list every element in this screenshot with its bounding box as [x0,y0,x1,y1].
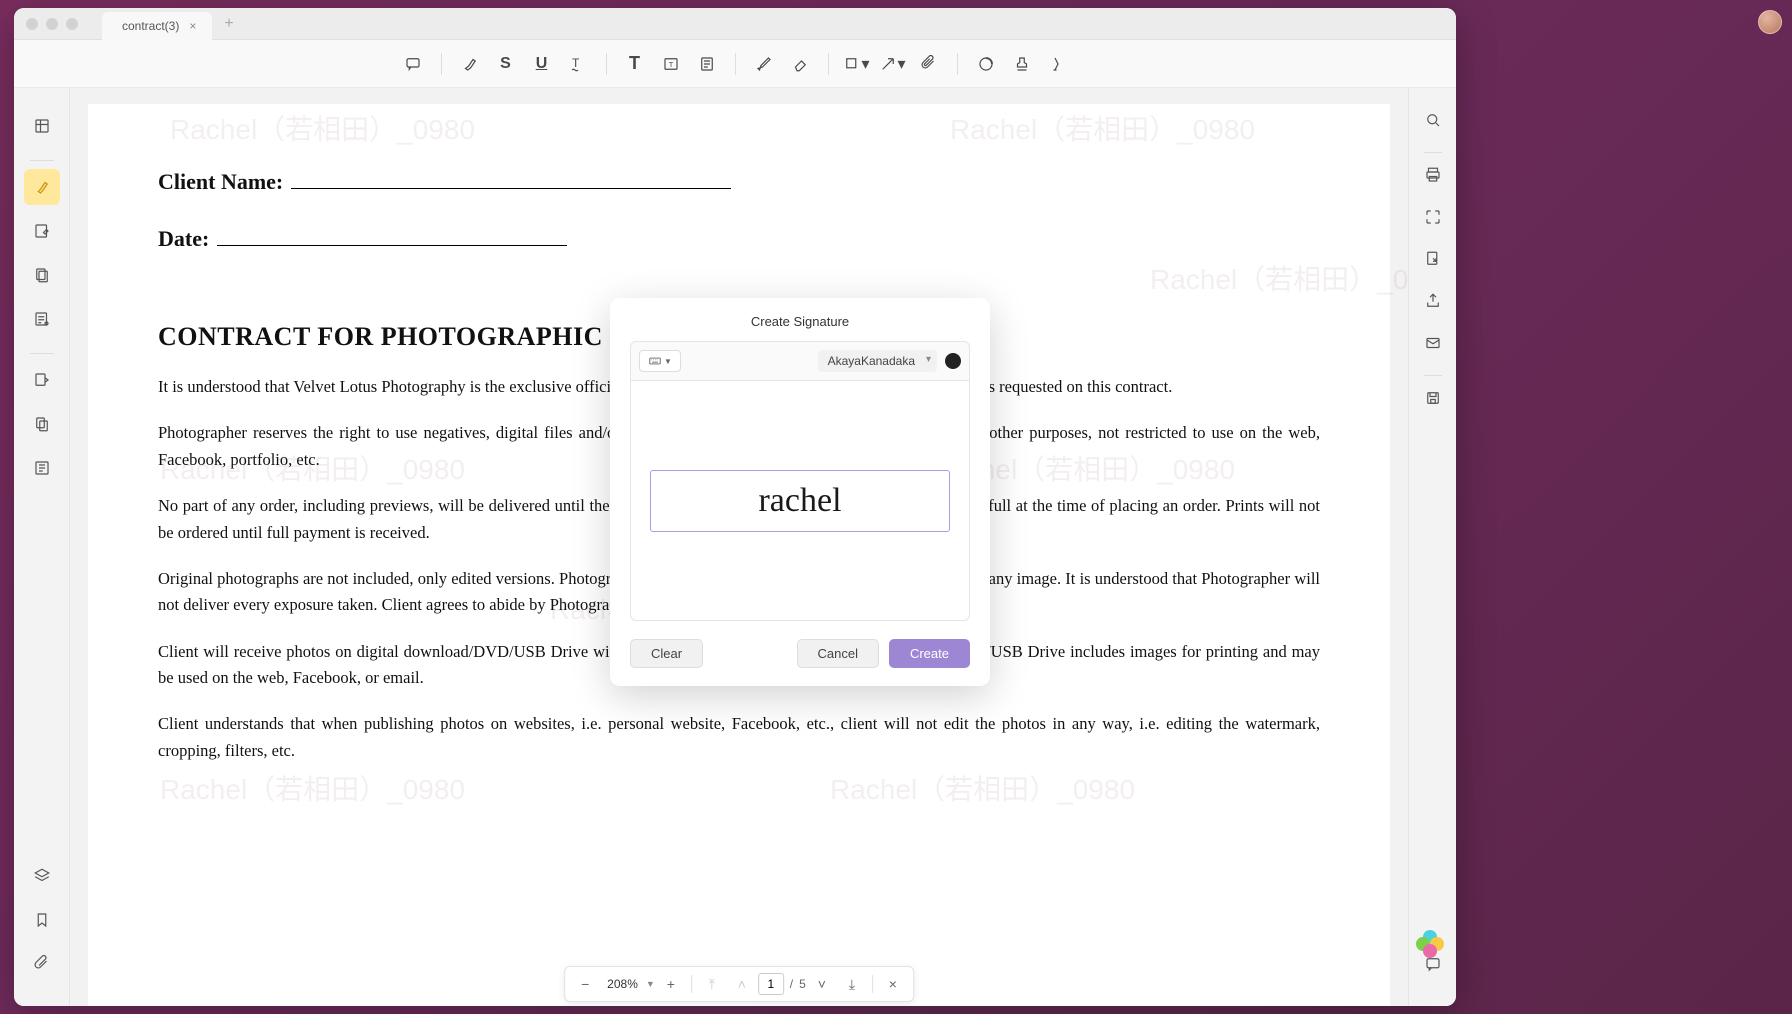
minimize-window-icon[interactable] [46,18,58,30]
zoom-in-icon[interactable]: + [657,970,685,998]
layers-icon[interactable] [24,858,60,894]
add-tab-button[interactable]: + [224,15,233,33]
ocr-tool-icon[interactable] [24,450,60,486]
app-window: contract(3) × + S U T T T ▾ ▾ [14,8,1456,1006]
first-page-icon[interactable]: ⤒ [698,970,726,998]
create-button[interactable]: Create [889,639,970,668]
squiggly-icon[interactable]: T [562,48,594,80]
edit-tool-icon[interactable] [24,213,60,249]
client-name-label: Client Name: [158,164,283,199]
highlight-icon[interactable] [454,48,486,80]
keyboard-mode-button[interactable]: ▼ [639,350,681,372]
shape-icon[interactable]: ▾ [841,48,873,80]
cancel-button[interactable]: Cancel [797,639,879,668]
comment-icon[interactable] [397,48,429,80]
attachment-panel-icon[interactable] [24,946,60,982]
paragraph: Client understands that when publishing … [158,711,1320,764]
stamp-icon[interactable] [1006,48,1038,80]
print-icon[interactable] [1417,159,1449,191]
signature-canvas [630,381,970,621]
toolbar: S U T T T ▾ ▾ [14,40,1456,88]
signature-icon[interactable] [1042,48,1074,80]
date-label: Date: [158,221,209,256]
page-export-icon[interactable] [1417,243,1449,275]
search-icon[interactable] [1417,104,1449,136]
last-page-icon[interactable]: ⤓ [838,970,866,998]
date-field[interactable] [217,224,567,246]
modal-title: Create Signature [630,314,970,329]
signature-text-input[interactable] [651,482,949,520]
signature-color-picker[interactable] [945,353,961,369]
note-icon[interactable] [691,48,723,80]
textbox-icon[interactable]: T [655,48,687,80]
strikethrough-icon[interactable]: S [490,48,522,80]
stamp-circle-icon[interactable] [970,48,1002,80]
bookmark-icon[interactable] [24,902,60,938]
arrow-icon[interactable]: ▾ [877,48,909,80]
document-tab[interactable]: contract(3) × [102,12,212,40]
maximize-window-icon[interactable] [66,18,78,30]
zoom-level[interactable]: 208% [601,977,644,991]
clear-button[interactable]: Clear [630,639,703,668]
compress-tool-icon[interactable] [24,406,60,442]
left-sidebar [14,88,70,1006]
pen-icon[interactable] [748,48,780,80]
attachment-icon[interactable] [913,48,945,80]
page-separator: / [786,977,797,991]
underline-icon[interactable]: U [526,48,558,80]
signature-toolbar: ▼ AkayaKanadaka [630,341,970,381]
thumbnail-panel-icon[interactable] [24,108,60,144]
next-page-icon[interactable]: ˅ [808,970,836,998]
document-viewport: Client Name: Date: CONTRACT FOR PHOTOGRA… [70,88,1408,1006]
highlight-tool-icon[interactable] [24,169,60,205]
window-controls [26,18,78,30]
user-avatar[interactable] [1758,10,1782,34]
page-tool-icon[interactable] [24,257,60,293]
font-select[interactable]: AkayaKanadaka [818,350,937,372]
tab-title: contract(3) [122,19,179,33]
svg-text:T: T [668,60,673,69]
screenshot-icon[interactable] [1417,201,1449,233]
zoom-out-icon[interactable]: − [571,970,599,998]
save-icon[interactable] [1417,382,1449,414]
total-pages: 5 [799,977,806,991]
close-tab-icon[interactable]: × [189,19,196,33]
prev-page-icon[interactable]: ˄ [728,970,756,998]
svg-text:T: T [572,56,580,70]
create-signature-modal: Create Signature ▼ AkayaKanadaka Clear [610,298,990,686]
client-name-field[interactable] [291,167,731,189]
right-sidebar [1408,88,1456,1006]
page-number-input[interactable] [758,973,784,995]
close-nav-icon[interactable]: × [879,970,907,998]
page-navigation: − 208% ▼ + ⤒ ˄ / 5 ˅ ⤓ × [564,966,914,1002]
text-tool-icon[interactable]: T [619,48,651,80]
eraser-icon[interactable] [784,48,816,80]
share-icon[interactable] [1417,285,1449,317]
form-tool-icon[interactable] [24,301,60,337]
signature-input-wrap [650,470,950,532]
close-window-icon[interactable] [26,18,38,30]
email-icon[interactable] [1417,327,1449,359]
titlebar: contract(3) × + [14,8,1456,40]
convert-tool-icon[interactable] [24,362,60,398]
app-logo-icon[interactable] [1416,930,1444,958]
